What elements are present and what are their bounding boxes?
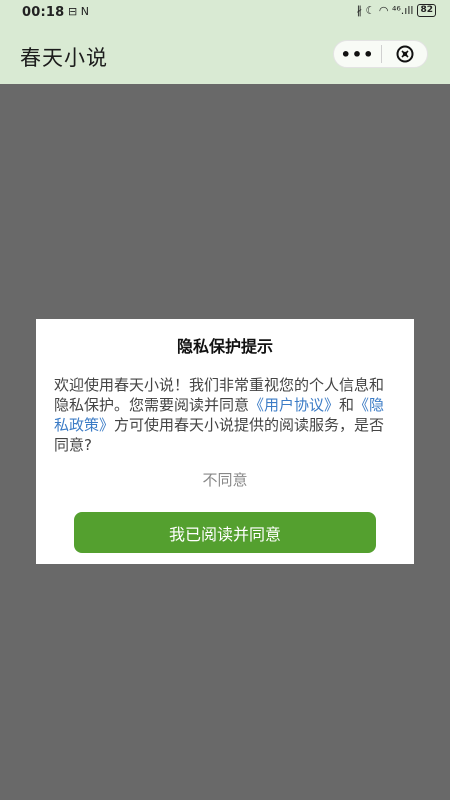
user-agreement-link[interactable]: 《用户协议》 bbox=[249, 396, 339, 414]
app-title: 春天小说 bbox=[20, 46, 108, 70]
status-time: 00:18 bbox=[22, 5, 65, 20]
signal-icons: ∦ ☾ ◠ ⁴⁶.ıll bbox=[356, 4, 414, 17]
more-button[interactable]: ••• bbox=[334, 41, 381, 67]
mini-program-capsule: ••• bbox=[333, 40, 428, 68]
disagree-button[interactable]: 不同意 bbox=[36, 469, 414, 490]
body-text-and: 和 bbox=[339, 396, 355, 414]
agree-button[interactable]: 我已阅读并同意 bbox=[74, 512, 376, 553]
notification-icons: ⊟ N bbox=[68, 5, 89, 18]
system-icons: ∦ ☾ ◠ ⁴⁶.ıll 82 bbox=[357, 4, 436, 17]
close-circle-icon bbox=[396, 45, 413, 63]
dialog-title: 隐私保护提示 bbox=[176, 337, 273, 356]
top-bar: 00:18 ⊟ N ∦ ☾ ◠ ⁴⁶.ıll 82 春天小说 ••• bbox=[0, 0, 450, 84]
dialog-body: 欢迎使用春天小说！我们非常重视您的个人信息和隐私保护。您需要阅读并同意《用户协议… bbox=[54, 375, 398, 455]
close-button[interactable] bbox=[382, 41, 427, 67]
status-bar: 00:18 ⊟ N ∦ ☾ ◠ ⁴⁶.ıll 82 bbox=[0, 0, 450, 26]
battery-icon: 82 bbox=[417, 4, 436, 17]
privacy-dialog: 隐私保护提示 欢迎使用春天小说！我们非常重视您的个人信息和隐私保护。您需要阅读并… bbox=[36, 319, 414, 564]
